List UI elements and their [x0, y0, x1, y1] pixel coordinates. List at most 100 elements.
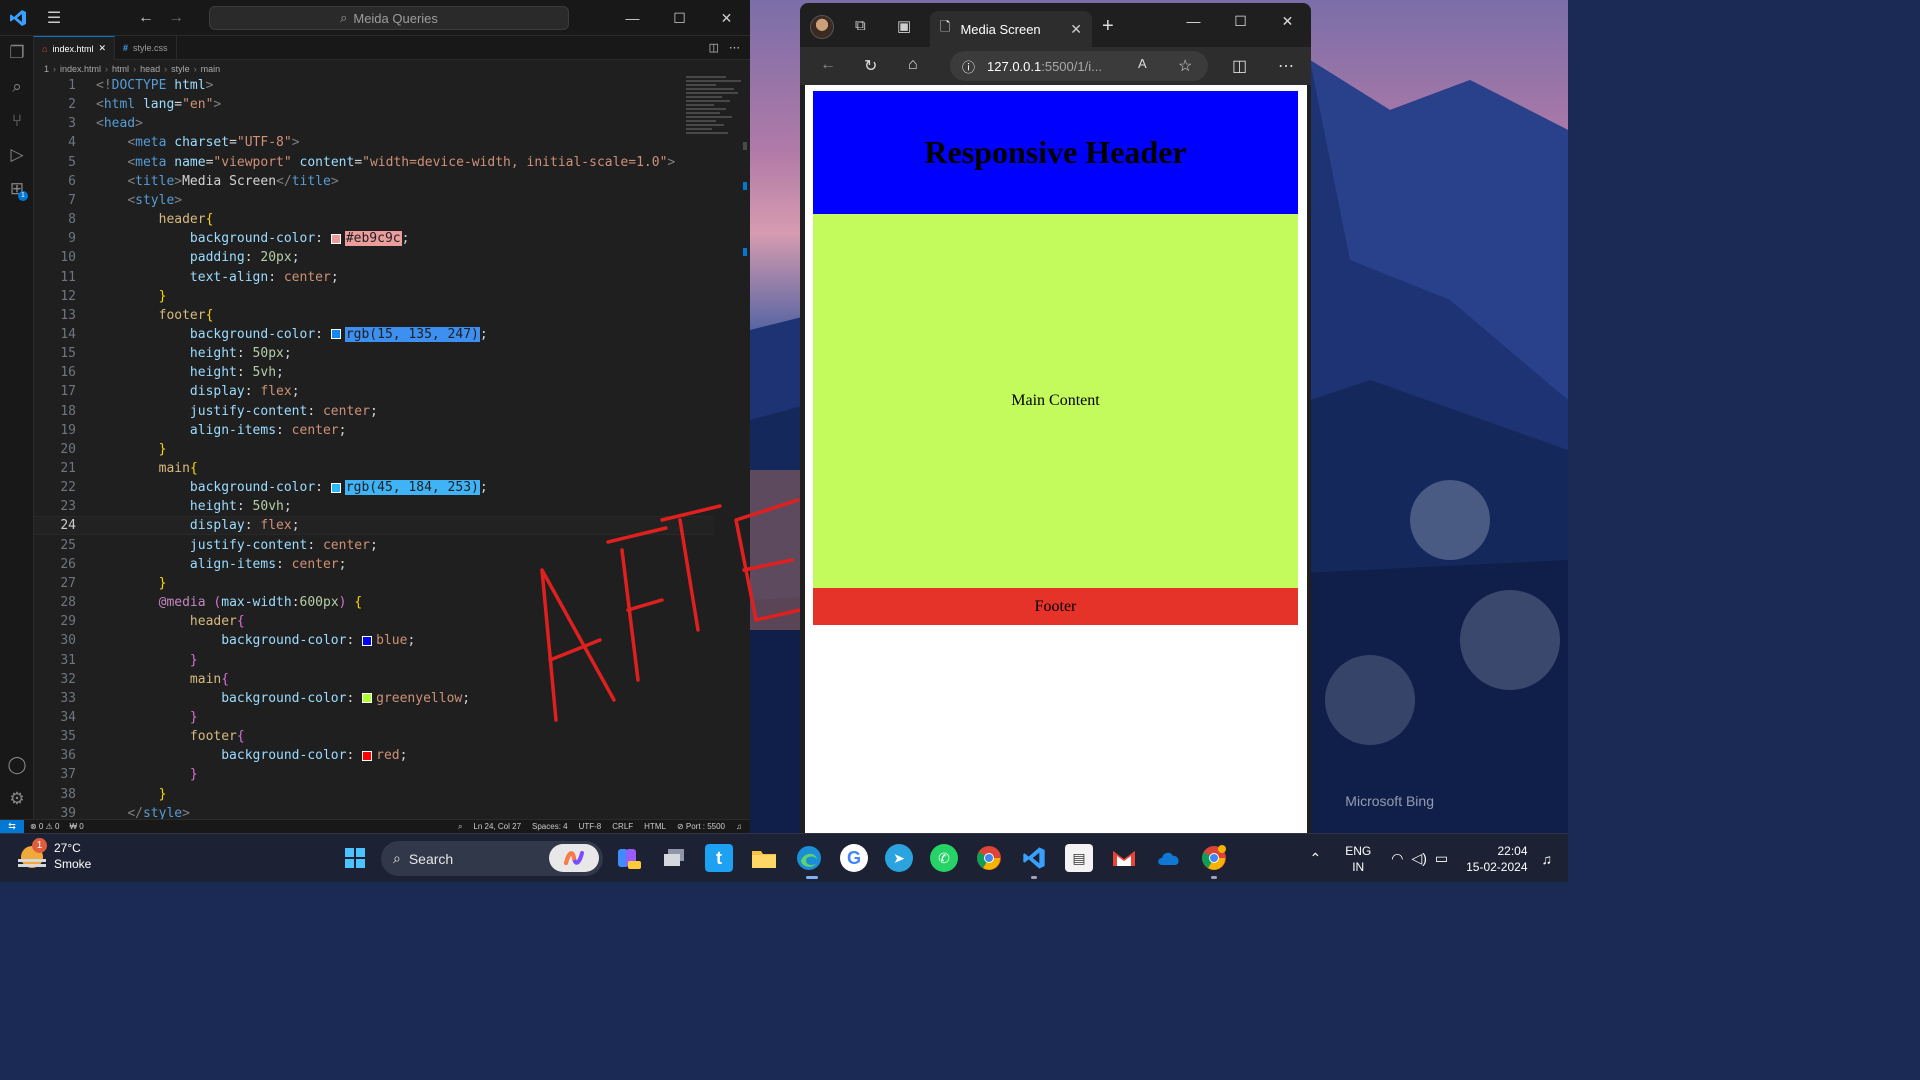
forward-arrow-icon[interactable]: → — [168, 9, 184, 27]
code-line[interactable]: 20 } — [34, 440, 714, 459]
source-control-icon[interactable]: ⑂ — [0, 104, 34, 138]
code-line[interactable]: 7 <style> — [34, 191, 714, 210]
weather-widget[interactable]: 1 27°C Smoke — [18, 838, 91, 872]
cursor-position[interactable]: Ln 24, Col 27 — [473, 822, 521, 831]
code-line[interactable]: 12 } — [34, 287, 714, 306]
taskbar-search[interactable]: ⌕ Search — [381, 841, 603, 876]
clock[interactable]: 22:04 15-02-2024 — [1466, 843, 1527, 875]
windows-start-icon[interactable] — [341, 844, 369, 872]
code-line[interactable]: 14 background-color: rgb(15, 135, 247); — [34, 325, 714, 344]
code-line[interactable]: 23 height: 50vh; — [34, 497, 714, 516]
maximize-button[interactable]: ☐ — [656, 0, 703, 36]
code-line[interactable]: 18 justify-content: center; — [34, 402, 714, 421]
copilot-icon[interactable] — [549, 844, 599, 872]
code-line[interactable]: 15 height: 50px; — [34, 344, 714, 363]
code-line[interactable]: 26 align-items: center; — [34, 555, 714, 574]
settings-gear-icon[interactable]: ⚙ — [0, 782, 34, 816]
code-line[interactable]: 28 @media (max-width:600px) { — [34, 593, 714, 612]
onedrive-icon[interactable] — [1155, 844, 1183, 872]
tray-icons[interactable]: ◠ ◁) ▭ — [1391, 850, 1448, 867]
problems-status[interactable]: ⊗ 0 ⚠ 0 — [30, 822, 59, 831]
code-line[interactable]: 16 height: 5vh; — [34, 363, 714, 382]
back-arrow-icon[interactable]: ← — [138, 9, 154, 27]
code-line[interactable]: 13 footer{ — [34, 306, 714, 325]
profile-avatar[interactable] — [810, 15, 834, 39]
code-line[interactable]: 36 background-color: red; — [34, 746, 714, 765]
chevron-up-icon[interactable]: ⌃ — [1309, 850, 1321, 867]
tab-close-icon[interactable]: ✕ — [98, 43, 106, 54]
command-center-search[interactable]: ⌕ Meida Queries — [209, 6, 569, 30]
task-view-icon[interactable] — [660, 844, 688, 872]
chrome-profile-icon[interactable] — [1200, 844, 1228, 872]
explorer-icon[interactable]: ❐ — [0, 36, 34, 70]
split-screen-icon[interactable]: ◫ — [1232, 56, 1247, 76]
gmail-icon[interactable] — [1110, 844, 1138, 872]
extensions-icon[interactable]: ⊞ 1 — [0, 172, 34, 206]
read-aloud-icon[interactable]: A — [1138, 56, 1147, 71]
account-icon[interactable]: ◯ — [0, 748, 34, 782]
breadcrumb-item[interactable]: 1 — [44, 64, 49, 74]
code-line[interactable]: 38 } — [34, 785, 714, 804]
maximize-button[interactable]: ☐ — [1217, 3, 1264, 39]
home-icon[interactable]: ⌂ — [908, 56, 918, 74]
new-tab-button[interactable]: + — [1102, 15, 1114, 38]
menu-icon[interactable]: ☰ — [36, 8, 72, 28]
code-line[interactable]: 37 } — [34, 765, 714, 784]
close-button[interactable]: ✕ — [703, 0, 750, 36]
close-button[interactable]: ✕ — [1264, 3, 1311, 39]
code-line[interactable]: 32 main{ — [34, 670, 714, 689]
language-indicator[interactable]: ENG IN — [1345, 843, 1371, 875]
indentation-status[interactable]: Spaces: 4 — [532, 822, 568, 831]
breadcrumb-item[interactable]: main — [201, 64, 221, 74]
notepad-icon[interactable]: ▤ — [1065, 844, 1093, 872]
workspaces-icon[interactable]: ⧉ — [855, 17, 866, 34]
whatsapp-icon[interactable]: ✆ — [930, 844, 958, 872]
code-line[interactable]: 30 background-color: blue; — [34, 631, 714, 650]
encoding-status[interactable]: UTF-8 — [579, 822, 602, 831]
code-line[interactable]: 39 </style> — [34, 804, 714, 819]
color-swatch[interactable] — [362, 635, 373, 646]
copilot-pro-icon[interactable] — [615, 844, 643, 872]
color-swatch[interactable] — [362, 693, 373, 704]
code-line[interactable]: 9 background-color: #eb9c9c; — [34, 229, 714, 248]
split-editor-icon[interactable]: ◫ — [709, 41, 719, 54]
color-swatch[interactable] — [362, 750, 373, 761]
breadcrumb-item[interactable]: style — [171, 64, 190, 74]
zoom-icon[interactable]: ⌕ — [458, 822, 462, 832]
file-explorer-icon[interactable] — [750, 844, 778, 872]
tab-style-css[interactable]: # style.css — [115, 36, 177, 60]
telegram-icon[interactable]: ➤ — [885, 844, 913, 872]
code-line[interactable]: 27 } — [34, 574, 714, 593]
code-line[interactable]: 10 padding: 20px; — [34, 248, 714, 267]
vscode-icon[interactable] — [1020, 844, 1048, 872]
search-icon[interactable]: ⌕ — [0, 70, 34, 104]
code-line[interactable]: 6 <title>Media Screen</title> — [34, 172, 714, 191]
code-line[interactable]: 31 } — [34, 651, 714, 670]
google-icon[interactable]: G — [840, 844, 868, 872]
favorite-star-icon[interactable]: ☆ — [1178, 56, 1192, 76]
edge-browser-icon[interactable] — [795, 844, 823, 872]
remote-icon[interactable]: ⇆ — [0, 819, 24, 834]
more-menu-icon[interactable]: ⋯ — [1278, 56, 1294, 76]
eol-status[interactable]: CRLF — [612, 822, 633, 831]
code-line[interactable]: 24 display: flex; — [34, 516, 714, 536]
code-line[interactable]: 35 footer{ — [34, 727, 714, 746]
code-line[interactable]: 8 header{ — [34, 210, 714, 229]
code-line[interactable]: 33 background-color: greenyellow; — [34, 689, 714, 708]
code-line[interactable]: 17 display: flex; — [34, 382, 714, 401]
minimize-button[interactable]: — — [1170, 3, 1217, 39]
tumblr-icon[interactable]: t — [705, 844, 733, 872]
color-swatch[interactable] — [330, 329, 341, 340]
run-debug-icon[interactable]: ▷ — [0, 138, 34, 172]
code-line[interactable]: 1 <!DOCTYPE html> — [34, 76, 714, 95]
color-swatch[interactable] — [330, 482, 341, 493]
code-line[interactable]: 25 justify-content: center; — [34, 536, 714, 555]
code-line[interactable]: 11 text-align: center; — [34, 268, 714, 287]
tab-index-html[interactable]: ⌂ index.html ✕ — [34, 36, 116, 60]
code-line[interactable]: 4 <meta charset="UTF-8"> — [34, 133, 714, 152]
minimize-button[interactable]: — — [609, 0, 656, 36]
tab-media-screen[interactable]: 🗋 Media Screen ✕ — [930, 11, 1092, 47]
live-server-port[interactable]: ⊘ Port : 5500 — [677, 822, 725, 831]
breadcrumb-item[interactable]: head — [140, 64, 160, 74]
code-line[interactable]: 29 header{ — [34, 612, 714, 631]
